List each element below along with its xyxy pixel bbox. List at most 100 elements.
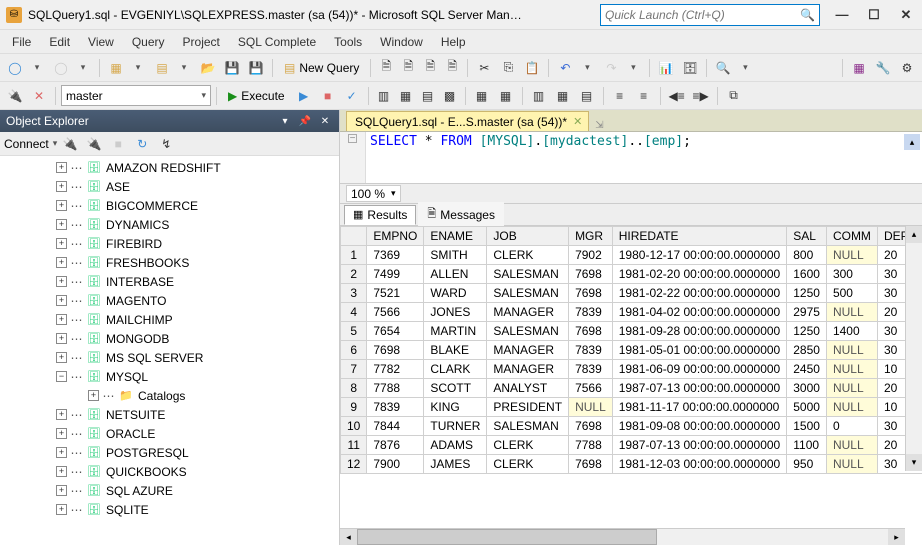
refresh-button[interactable]: ↻ <box>131 133 153 155</box>
cell[interactable]: CLERK <box>487 246 569 265</box>
redo-dropdown[interactable]: ▾ <box>622 57 644 79</box>
collapse-icon[interactable]: − <box>348 134 357 143</box>
cell[interactable]: TURNER <box>424 417 487 436</box>
execute-button[interactable]: ▶ Execute <box>222 87 291 105</box>
pin-icon[interactable]: ⇲ <box>595 120 603 131</box>
tree-item[interactable]: +⋯🗄MONGODB <box>0 329 339 348</box>
paste-button[interactable]: 📋 <box>521 57 543 79</box>
expand-icon[interactable]: + <box>56 485 67 496</box>
cell[interactable]: MANAGER <box>487 341 569 360</box>
table-row[interactable]: 47566JONESMANAGER78391981-04-02 00:00:00… <box>341 303 922 322</box>
new-query-button[interactable]: ▤ New Query <box>278 57 365 79</box>
expand-icon[interactable]: + <box>56 219 67 230</box>
cell[interactable]: MANAGER <box>487 303 569 322</box>
column-header[interactable]: ENAME <box>424 227 487 246</box>
cell[interactable]: SALESMAN <box>487 284 569 303</box>
cell[interactable]: 7654 <box>367 322 424 341</box>
expand-icon[interactable]: − <box>56 371 67 382</box>
cell[interactable]: 2975 <box>787 303 827 322</box>
intellisense-button[interactable]: ▤ <box>418 85 438 107</box>
scrollbar-horizontal[interactable]: ◂ ▸ <box>340 528 905 545</box>
tree-item[interactable]: +⋯🗄NETSUITE <box>0 405 339 424</box>
cell[interactable]: 7902 <box>569 246 613 265</box>
nav-forward-dropdown[interactable]: ▾ <box>72 57 94 79</box>
cell[interactable]: ANALYST <box>487 379 569 398</box>
cell[interactable]: 1981-02-20 00:00:00.0000000 <box>612 265 786 284</box>
column-header[interactable]: SAL <box>787 227 827 246</box>
cancel-query-button[interactable]: ■ <box>317 85 339 107</box>
cell[interactable]: KING <box>424 398 487 417</box>
cell[interactable]: 1600 <box>787 265 827 284</box>
table-row[interactable]: 87788SCOTTANALYST75661987-07-13 00:00:00… <box>341 379 922 398</box>
menu-help[interactable]: Help <box>433 32 474 52</box>
table-row[interactable]: 107844TURNERSALESMAN76981981-09-08 00:00… <box>341 417 922 436</box>
cell[interactable]: 7839 <box>569 341 613 360</box>
increase-indent-button[interactable]: ≡▶ <box>690 85 712 107</box>
scroll-left-icon[interactable]: ◂ <box>340 529 357 545</box>
table-row[interactable]: 67698BLAKEMANAGER78391981-05-01 00:00:00… <box>341 341 922 360</box>
expand-icon[interactable]: + <box>56 181 67 192</box>
tree-item[interactable]: +⋯🗄SQLITE <box>0 500 339 519</box>
pin-icon[interactable]: 📌 <box>297 113 313 129</box>
menu-file[interactable]: File <box>4 32 39 52</box>
registered-servers-button[interactable]: 🗄 <box>679 57 701 79</box>
table-row[interactable]: 127900JAMESCLERK76981981-12-03 00:00:00.… <box>341 455 922 474</box>
cell[interactable]: ALLEN <box>424 265 487 284</box>
table-row[interactable]: 97839KINGPRESIDENTNULL1981-11-17 00:00:0… <box>341 398 922 417</box>
quick-launch-input[interactable] <box>605 8 800 22</box>
cell[interactable]: 300 <box>826 265 877 284</box>
cell[interactable]: 2450 <box>787 360 827 379</box>
cell[interactable]: MARTIN <box>424 322 487 341</box>
tree-item[interactable]: +⋯🗄FRESHBOOKS <box>0 253 339 272</box>
decrease-indent-button[interactable]: ◀≡ <box>666 85 688 107</box>
menu-sqlcomplete[interactable]: SQL Complete <box>230 32 324 52</box>
cell[interactable]: 7900 <box>367 455 424 474</box>
expand-icon[interactable]: + <box>56 428 67 439</box>
expand-icon[interactable]: + <box>88 390 99 401</box>
cell[interactable]: 7499 <box>367 265 424 284</box>
cell[interactable]: 500 <box>826 284 877 303</box>
menu-view[interactable]: View <box>80 32 122 52</box>
cell[interactable]: 7698 <box>569 284 613 303</box>
query-options-button[interactable]: ▦ <box>396 85 416 107</box>
column-header[interactable]: EMPNO <box>367 227 424 246</box>
expand-icon[interactable]: + <box>56 504 67 515</box>
results-to-text-button[interactable]: ▥ <box>528 85 550 107</box>
cell[interactable]: 1981-09-08 00:00:00.0000000 <box>612 417 786 436</box>
cell[interactable]: 7782 <box>367 360 424 379</box>
db-engine-query-button[interactable]: 🗎 <box>376 57 396 79</box>
table-row[interactable]: 117876ADAMSCLERK77881987-07-13 00:00:00.… <box>341 436 922 455</box>
cell[interactable]: MANAGER <box>487 360 569 379</box>
new-project-button[interactable]: ▦ <box>105 57 127 79</box>
expand-icon[interactable]: + <box>56 200 67 211</box>
tree-item[interactable]: +⋯🗄POSTGRESQL <box>0 443 339 462</box>
nav-forward-button[interactable]: ◯ <box>50 57 72 79</box>
cell[interactable]: 5000 <box>787 398 827 417</box>
cell[interactable]: JONES <box>424 303 487 322</box>
cell[interactable]: 1980-12-17 00:00:00.0000000 <box>612 246 786 265</box>
tree-item[interactable]: +⋯🗄AMAZON REDSHIFT <box>0 158 339 177</box>
cell[interactable]: NULL <box>826 303 877 322</box>
object-explorer-tree[interactable]: +⋯🗄AMAZON REDSHIFT+⋯🗄ASE+⋯🗄BIGCOMMERCE+⋯… <box>0 156 339 545</box>
cell[interactable]: NULL <box>826 360 877 379</box>
disconnect-button[interactable]: ✕ <box>28 85 50 107</box>
menu-window[interactable]: Window <box>372 32 431 52</box>
cell[interactable]: 1981-04-02 00:00:00.0000000 <box>612 303 786 322</box>
cell[interactable]: 7844 <box>367 417 424 436</box>
scroll-right-icon[interactable]: ▸ <box>888 529 905 545</box>
close-icon[interactable]: ✕ <box>573 115 582 128</box>
expand-icon[interactable]: + <box>56 314 67 325</box>
save-all-button[interactable]: 💾 <box>245 57 267 79</box>
tree-item[interactable]: +⋯🗄BIGCOMMERCE <box>0 196 339 215</box>
undo-dropdown[interactable]: ▾ <box>576 57 598 79</box>
tree-item[interactable]: +⋯📁Catalogs <box>0 386 339 405</box>
tree-item[interactable]: +⋯🗄QUICKBOOKS <box>0 462 339 481</box>
cell[interactable]: 7839 <box>367 398 424 417</box>
cell[interactable]: 2850 <box>787 341 827 360</box>
cell[interactable]: PRESIDENT <box>487 398 569 417</box>
cell[interactable]: 7876 <box>367 436 424 455</box>
column-header[interactable]: JOB <box>487 227 569 246</box>
dmx-query-button[interactable]: 🗎 <box>420 57 440 79</box>
cell[interactable]: NULL <box>826 341 877 360</box>
expand-icon[interactable]: + <box>56 466 67 477</box>
